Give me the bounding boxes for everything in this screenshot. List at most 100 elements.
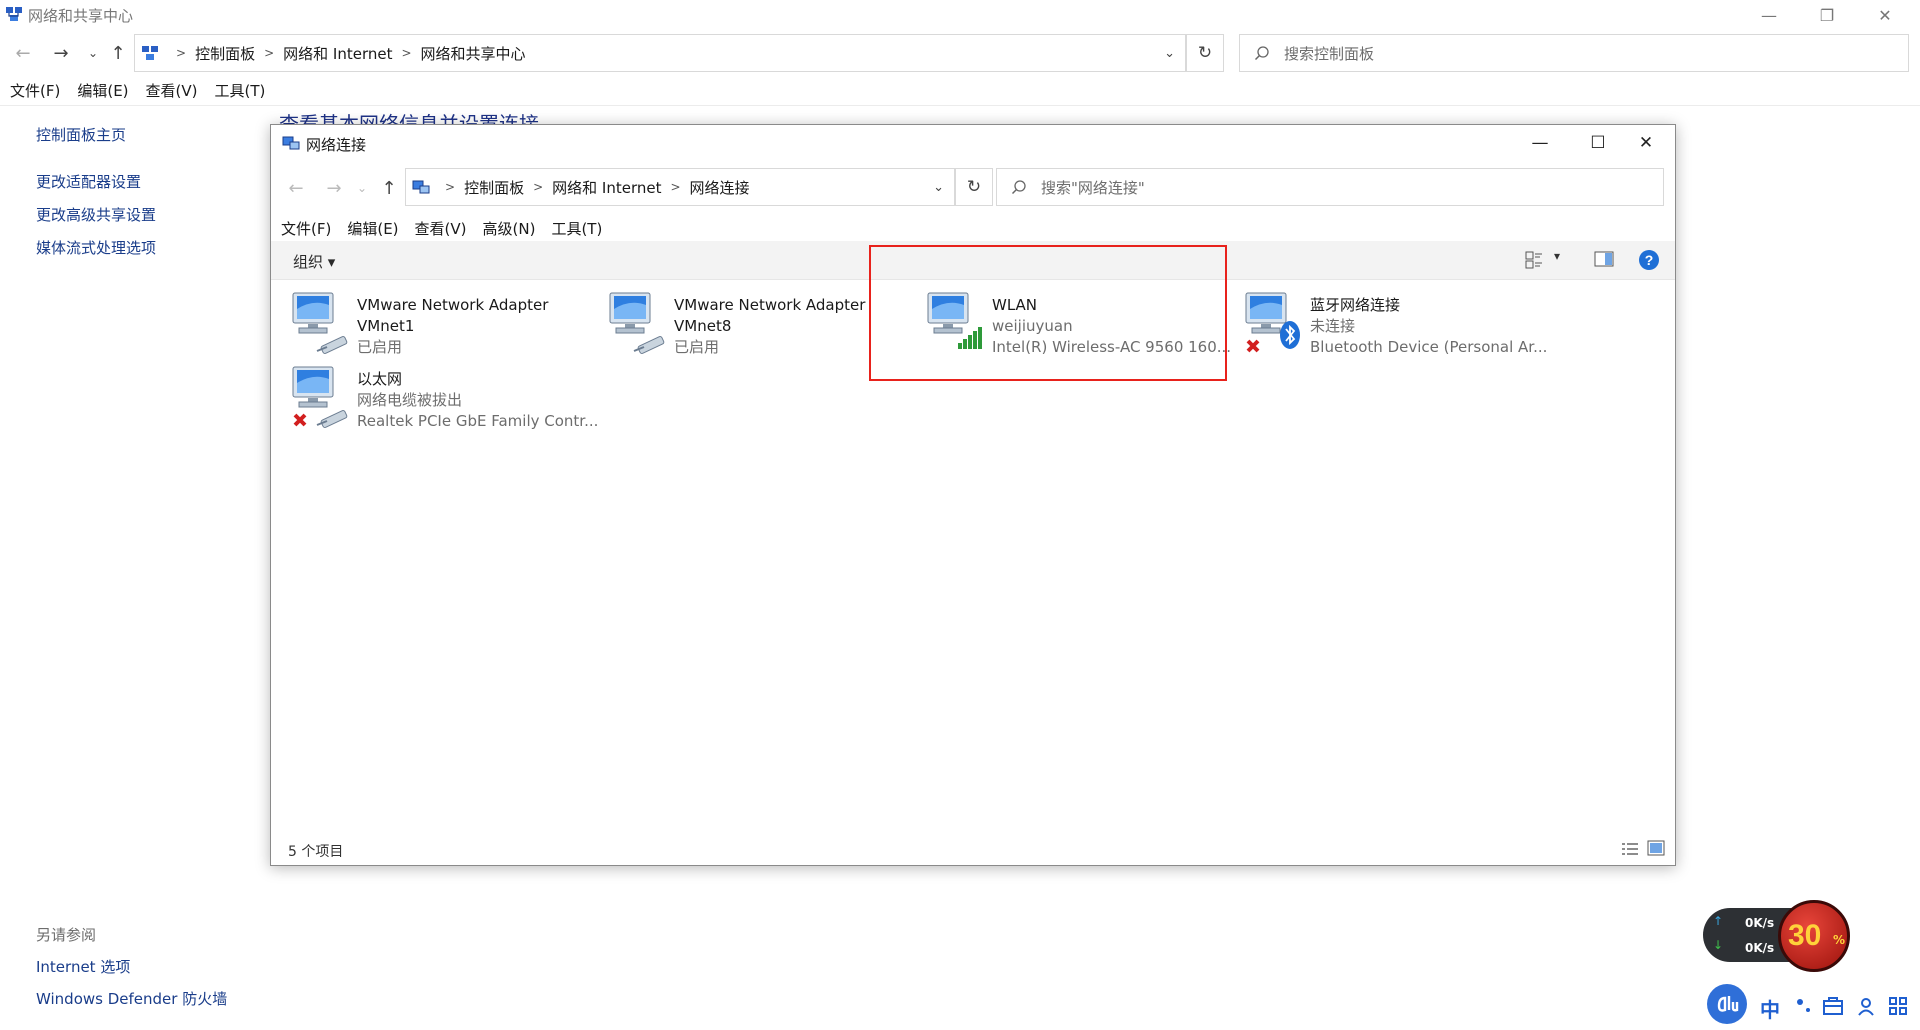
user-icon[interactable] — [1856, 996, 1876, 1016]
ime-logo-icon[interactable] — [1707, 984, 1747, 1024]
highlight-box — [869, 245, 1227, 381]
adapter-status: 已启用 — [357, 338, 403, 356]
restore-button[interactable]: ❐ — [1798, 0, 1856, 30]
breadcrumb-network-internet[interactable]: 网络和 Internet — [283, 43, 392, 64]
left-pane: 控制面板主页 更改适配器设置 更改高级共享设置 媒体流式处理选项 — [36, 124, 156, 258]
back-button[interactable]: ← — [8, 38, 38, 68]
menu-tools[interactable]: 工具(T) — [215, 80, 266, 106]
adapter-name: 以太网 — [357, 370, 403, 388]
toolbox-icon[interactable] — [1822, 996, 1844, 1016]
link-media-streaming[interactable]: 媒体流式处理选项 — [36, 237, 156, 258]
download-speed: 0K/s — [1745, 941, 1775, 955]
outer-address-row: ← → ⌄ ↑ > 控制面板 > 网络和 Internet > 网络和共享中心 … — [0, 32, 1920, 76]
help-icon[interactable]: ? — [1638, 249, 1660, 271]
close-button[interactable]: ✕ — [1856, 0, 1914, 30]
chevron-right-icon: > — [401, 46, 412, 60]
inner-recent-button[interactable]: ⌄ — [347, 173, 377, 203]
details-view-icon[interactable] — [1621, 841, 1639, 857]
inner-breadcrumb-control-panel[interactable]: 控制面板 — [464, 177, 524, 198]
outer-search-box[interactable]: 搜索控制面板 — [1239, 34, 1909, 72]
inner-address-bar[interactable]: > 控制面板 > 网络和 Internet > 网络连接 ⌄ — [405, 168, 955, 206]
network-connections-window: 网络连接 — ☐ ✕ ← → ⌄ ↑ > 控制面板 > 网络和 Internet… — [270, 124, 1676, 866]
organize-button[interactable]: 组织 ▾ — [293, 251, 335, 272]
inner-menu-file[interactable]: 文件(F) — [281, 218, 331, 239]
memory-percent: 30 — [1788, 919, 1822, 952]
inner-forward-button[interactable]: → — [319, 173, 349, 203]
svg-text:?: ? — [1645, 252, 1654, 268]
inner-address-dropdown-icon[interactable]: ⌄ — [933, 180, 944, 195]
chevron-right-icon: > — [176, 46, 187, 60]
see-also-title: 另请参阅 — [36, 926, 97, 944]
ethernet-adapter-icon — [291, 365, 349, 429]
breadcrumb-control-panel[interactable]: 控制面板 — [195, 43, 255, 64]
upload-speed: 0K/s — [1745, 916, 1775, 930]
refresh-button[interactable]: ↻ — [1186, 34, 1224, 72]
adapter-subname: VMnet1 — [357, 317, 415, 335]
adapter-item-bluetooth[interactable]: 蓝牙网络连接 未连接 Bluetooth Device (Personal Ar… — [1244, 291, 1564, 363]
preview-pane-icon[interactable] — [1594, 251, 1614, 267]
ethernet-adapter-icon — [608, 291, 666, 355]
memory-usage-badge[interactable]: 30 % — [1778, 900, 1850, 972]
network-folder-icon — [412, 179, 430, 195]
menu-edit[interactable]: 编辑(E) — [77, 80, 128, 106]
adapter-name: VMware Network Adapter — [674, 296, 866, 314]
adapter-item-vmnet1[interactable]: VMware Network Adapter VMnet1 已启用 — [291, 291, 611, 363]
large-icons-view-icon[interactable] — [1647, 840, 1665, 856]
menu-view[interactable]: 查看(V) — [146, 80, 198, 106]
link-defender-firewall[interactable]: Windows Defender 防火墙 — [36, 988, 227, 1009]
inner-menu-view[interactable]: 查看(V) — [415, 218, 467, 239]
upload-arrow-icon: ↑ — [1713, 914, 1724, 928]
adapter-status: 已启用 — [674, 338, 720, 356]
inner-back-button[interactable]: ← — [281, 173, 311, 203]
link-control-panel-home[interactable]: 控制面板主页 — [36, 124, 156, 145]
inner-menu-bar: 文件(F) 编辑(E) 查看(V) 高级(N) 工具(T) — [281, 218, 602, 239]
view-dropdown-icon[interactable]: ▾ — [1554, 249, 1560, 263]
outer-search-placeholder: 搜索控制面板 — [1284, 44, 1375, 63]
control-panel-icon — [141, 44, 159, 62]
inner-window-title: 网络连接 — [306, 136, 367, 154]
link-internet-options[interactable]: Internet 选项 — [36, 956, 227, 977]
inner-search-box[interactable]: 搜索"网络连接" — [996, 168, 1664, 206]
inner-menu-edit[interactable]: 编辑(E) — [347, 218, 398, 239]
change-view-icon[interactable] — [1525, 251, 1543, 269]
adapter-subname: VMnet8 — [674, 317, 732, 335]
chevron-right-icon: > — [533, 180, 544, 194]
link-change-adapter-settings[interactable]: 更改适配器设置 — [36, 171, 156, 192]
address-dropdown-icon[interactable]: ⌄ — [1164, 46, 1175, 61]
chevron-right-icon: > — [264, 46, 275, 60]
inner-up-button[interactable]: ↑ — [374, 173, 404, 203]
minimize-button[interactable]: — — [1740, 0, 1798, 30]
outer-menu-bar: 文件(F) 编辑(E) 查看(V) 工具(T) — [0, 80, 265, 106]
breadcrumb-network-center[interactable]: 网络和共享中心 — [421, 43, 526, 64]
grid-menu-icon[interactable] — [1888, 996, 1908, 1016]
download-arrow-icon: ↓ — [1713, 938, 1724, 952]
adapter-name: 蓝牙网络连接 — [1310, 296, 1401, 314]
adapter-item-ethernet[interactable]: 以太网 网络电缆被拔出 Realtek PCIe GbE Family Cont… — [291, 365, 611, 437]
chevron-right-icon: > — [670, 180, 681, 194]
bluetooth-adapter-icon — [1244, 291, 1302, 355]
menu-file[interactable]: 文件(F) — [10, 80, 60, 106]
up-button[interactable]: ↑ — [103, 38, 133, 68]
inner-menu-advanced[interactable]: 高级(N) — [483, 218, 536, 239]
search-icon — [1254, 45, 1270, 61]
punctuation-icon[interactable] — [1794, 996, 1814, 1016]
forward-button[interactable]: → — [46, 38, 76, 68]
ime-language[interactable]: 中 — [1760, 994, 1780, 1023]
inner-menu-tools[interactable]: 工具(T) — [551, 218, 602, 239]
network-center-icon — [5, 5, 23, 23]
inner-minimize-button[interactable]: — — [1511, 125, 1569, 161]
inner-search-placeholder: 搜索"网络连接" — [1041, 178, 1145, 197]
outer-address-bar[interactable]: > 控制面板 > 网络和 Internet > 网络和共享中心 ⌄ — [134, 34, 1186, 72]
item-count: 5 个项目 — [288, 844, 344, 860]
inner-breadcrumb-network-connections[interactable]: 网络连接 — [690, 177, 750, 198]
inner-breadcrumb-network-internet[interactable]: 网络和 Internet — [552, 177, 661, 198]
inner-search-icon — [1011, 179, 1027, 195]
network-connections-icon — [282, 135, 300, 151]
inner-refresh-button[interactable]: ↻ — [955, 168, 993, 206]
percent-sign: % — [1833, 933, 1846, 947]
adapter-status: 网络电缆被拔出 — [357, 391, 463, 409]
outer-window-title: 网络和共享中心 — [28, 7, 134, 25]
link-advanced-sharing[interactable]: 更改高级共享设置 — [36, 204, 156, 225]
adapter-status: 未连接 — [1310, 317, 1356, 335]
inner-close-button[interactable]: ✕ — [1617, 125, 1675, 161]
